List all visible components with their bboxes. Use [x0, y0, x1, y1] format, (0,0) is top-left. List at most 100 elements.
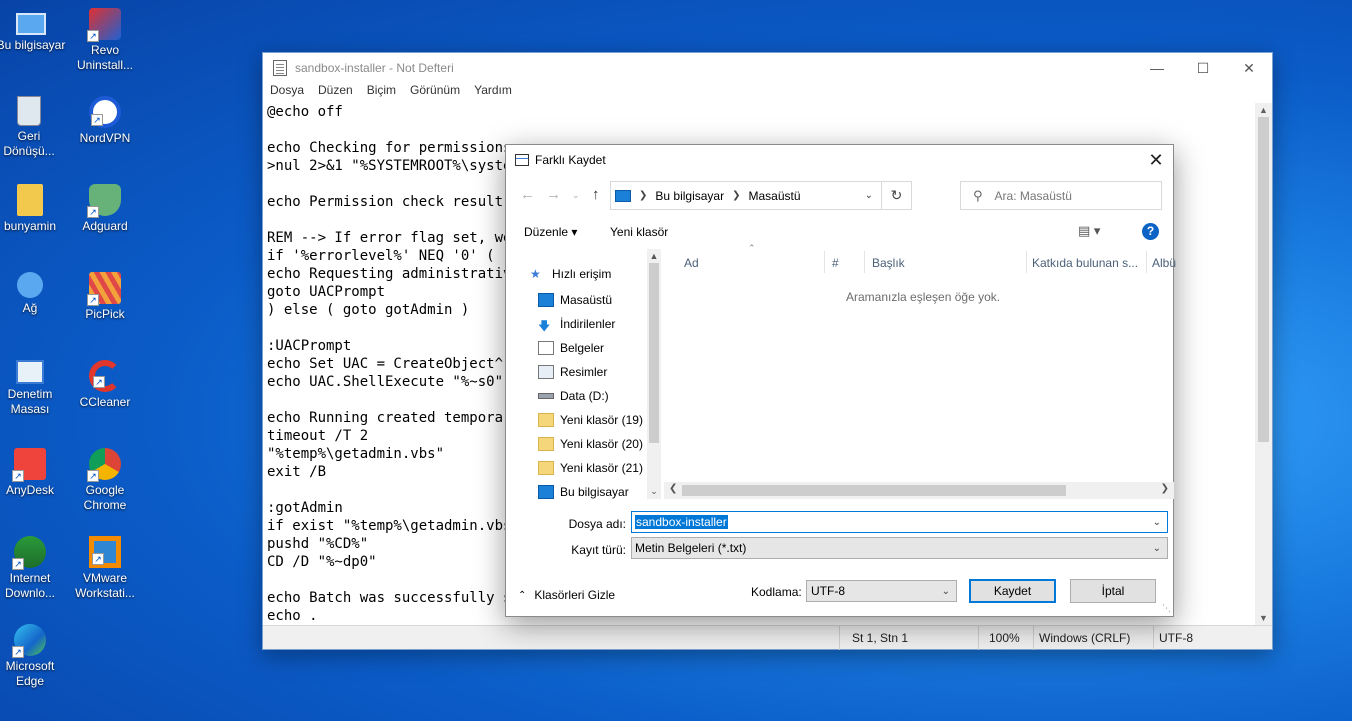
minimize-button[interactable]: — — [1134, 53, 1180, 83]
hide-folders-button[interactable]: ⌃ Klasörleri Gizle — [518, 588, 615, 602]
picpick-icon: ↗ — [87, 272, 121, 306]
encoding-select[interactable]: UTF-8 ⌄ — [806, 580, 957, 602]
status-encoding: UTF-8 — [1159, 631, 1193, 645]
scroll-up-icon[interactable]: ▲ — [1255, 103, 1272, 117]
filename-input[interactable]: sandbox-installer ⌄ — [631, 511, 1168, 533]
scroll-thumb[interactable] — [682, 485, 1066, 496]
nav-item[interactable]: Yeni klasör (21) — [538, 457, 663, 479]
help-icon[interactable]: ? — [1142, 223, 1159, 240]
nav-item-label: İndirilenler — [560, 317, 616, 331]
notepad-menubar: Dosya Düzen Biçim Görünüm Yardım — [263, 83, 1272, 102]
refresh-icon[interactable]: ↻ — [881, 182, 911, 209]
desktop-icon-vmware[interactable]: ↗ VMware Workstati... — [70, 536, 140, 601]
scroll-up-icon[interactable]: ▲ — [647, 251, 661, 261]
desktop-icon-adguard[interactable]: ↗ Adguard — [70, 184, 140, 234]
desktop-icon-picpick[interactable]: ↗ PicPick — [70, 272, 140, 322]
desktop-icon-network[interactable]: Ağ — [0, 272, 65, 316]
new-folder-button[interactable]: Yeni klasör — [610, 225, 668, 239]
chevron-down-icon[interactable]: ⌄ — [942, 586, 950, 597]
picture-icon — [538, 365, 554, 379]
revo-uninstaller-icon: ↗ — [87, 8, 121, 42]
scroll-thumb[interactable] — [1258, 117, 1269, 442]
save-as-dialog[interactable]: Farklı Kaydet ✕ ← → ⌄ ↑ ❯ Bu bilgisayar … — [505, 144, 1176, 617]
up-arrow-icon[interactable]: ↑ — [592, 186, 600, 203]
desktop-icon — [538, 293, 554, 307]
organize-button[interactable]: Düzenle ▾ — [524, 225, 577, 239]
search-box[interactable]: ⚲ Ara: Masaüstü — [960, 181, 1162, 210]
internet-download-manager-icon: ↗ — [12, 536, 46, 570]
column-title[interactable]: Başlık — [872, 256, 905, 270]
breadcrumb-desktop[interactable]: Masaüstü — [748, 189, 800, 203]
scroll-thumb[interactable] — [649, 263, 659, 443]
menu-file[interactable]: Dosya — [270, 83, 304, 102]
chevron-right-icon[interactable]: ❯ — [732, 190, 740, 201]
nav-item[interactable]: Data (D:) — [538, 385, 663, 407]
nav-item-label: Yeni klasör (21) — [560, 461, 643, 475]
desktop-icon-nordvpn[interactable]: ↗ NordVPN — [70, 96, 140, 146]
nav-item[interactable]: Resimler📌 — [538, 361, 663, 383]
filetype-select[interactable]: Metin Belgeleri (*.txt) ⌄ — [631, 537, 1168, 559]
back-arrow-icon[interactable]: ← — [520, 186, 535, 203]
desktop-icon-idm[interactable]: ↗ Internet Downlo... — [0, 536, 65, 601]
desktop-icon-edge[interactable]: ↗ Microsoft Edge — [0, 624, 65, 689]
nav-item[interactable]: ★ Hızlı erişim — [530, 263, 663, 285]
nav-item[interactable]: Masaüstü📌 — [538, 289, 663, 311]
desktop-icon-user-folder[interactable]: bunyamin — [0, 184, 65, 234]
scroll-down-icon[interactable]: ⌄ — [647, 486, 661, 497]
filetype-label: Kayıt türü: — [571, 543, 626, 557]
column-name[interactable]: Ad — [684, 256, 699, 270]
view-options-icon[interactable]: ▤ ▾ — [1078, 223, 1100, 239]
computer-icon — [538, 485, 554, 499]
chevron-down-icon[interactable]: ⌄ — [1153, 517, 1161, 528]
column-album[interactable]: Albü — [1152, 256, 1176, 270]
nordvpn-icon: ↗ — [89, 96, 121, 128]
desktop-icon-anydesk[interactable]: ↗ AnyDesk — [0, 448, 65, 498]
file-list-horizontal-scrollbar[interactable]: ❮ ❯ — [664, 482, 1174, 499]
forward-arrow-icon[interactable]: → — [546, 186, 561, 203]
scroll-left-icon[interactable]: ❮ — [669, 483, 677, 494]
desktop-icon-this-pc[interactable]: Bu bilgisayar — [0, 8, 66, 53]
column-number[interactable]: # — [832, 256, 839, 270]
chevron-down-icon[interactable]: ⌄ — [865, 190, 873, 201]
menu-view[interactable]: Görünüm — [410, 83, 460, 102]
maximize-button[interactable]: ☐ — [1180, 53, 1226, 83]
notepad-icon — [273, 60, 287, 76]
desktop-icon-ccleaner[interactable]: ↗ CCleaner — [70, 360, 140, 410]
dialog-close-icon[interactable]: ✕ — [1139, 145, 1173, 175]
navigation-pane-scrollbar[interactable]: ▲ ⌄ — [647, 249, 661, 499]
breadcrumb-this-pc[interactable]: Bu bilgisayar — [655, 189, 724, 203]
notepad-titlebar[interactable]: sandbox-installer - Not Defteri — ☐ ✕ — [263, 53, 1272, 83]
scroll-down-icon[interactable]: ▼ — [1255, 611, 1272, 625]
encoding-label: Kodlama: — [751, 585, 802, 599]
address-bar[interactable]: ❯ Bu bilgisayar ❯ Masaüstü ⌄ ↻ — [610, 181, 912, 210]
dialog-titlebar[interactable]: Farklı Kaydet — [506, 145, 1173, 175]
desktop-icon-chrome[interactable]: ↗ Google Chrome — [70, 448, 140, 513]
chevron-down-icon[interactable]: ⌄ — [1153, 543, 1161, 554]
menu-format[interactable]: Biçim — [367, 83, 396, 102]
nav-item[interactable]: Yeni klasör (19) — [538, 409, 663, 431]
nav-item[interactable]: 🡇İndirilenler📌 — [538, 313, 663, 335]
notepad-vertical-scrollbar[interactable]: ▲ ▼ — [1255, 103, 1272, 625]
column-contributing-artists[interactable]: Katkıda bulunan s... — [1032, 256, 1138, 270]
nav-item-label: Hızlı erişim — [552, 267, 612, 281]
menu-edit[interactable]: Düzen — [318, 83, 353, 102]
cancel-button[interactable]: İptal — [1070, 579, 1156, 603]
desktop-icon-recycle-bin[interactable]: Geri Dönüşü... — [0, 96, 64, 159]
nav-item[interactable]: Belgeler📌 — [538, 337, 663, 359]
chevron-right-icon[interactable]: ❯ — [639, 190, 647, 201]
scroll-right-icon[interactable]: ❯ — [1161, 483, 1169, 494]
resize-grip-icon[interactable]: ⋱ — [1162, 603, 1171, 614]
save-button[interactable]: Kaydet — [969, 579, 1056, 603]
nav-item[interactable]: Bu bilgisayar — [538, 481, 663, 499]
menu-help[interactable]: Yardım — [474, 83, 512, 102]
ccleaner-icon: ↗ — [89, 360, 121, 392]
nav-item[interactable]: Yeni klasör (20) — [538, 433, 663, 455]
close-button[interactable]: ✕ — [1226, 53, 1272, 83]
anydesk-icon: ↗ — [12, 448, 46, 482]
nav-item-label: Bu bilgisayar — [560, 485, 629, 499]
file-list-pane[interactable]: Ad ⌃ # Başlık Katkıda bulunan s... Albü … — [664, 243, 1176, 499]
nav-item-label: Yeni klasör (19) — [560, 413, 643, 427]
recent-locations-chevron-icon[interactable]: ⌄ — [572, 190, 580, 201]
desktop-icon-revo[interactable]: ↗ Revo Uninstall... — [70, 8, 140, 73]
desktop-icon-control-panel[interactable]: Denetim Masası — [0, 360, 65, 417]
